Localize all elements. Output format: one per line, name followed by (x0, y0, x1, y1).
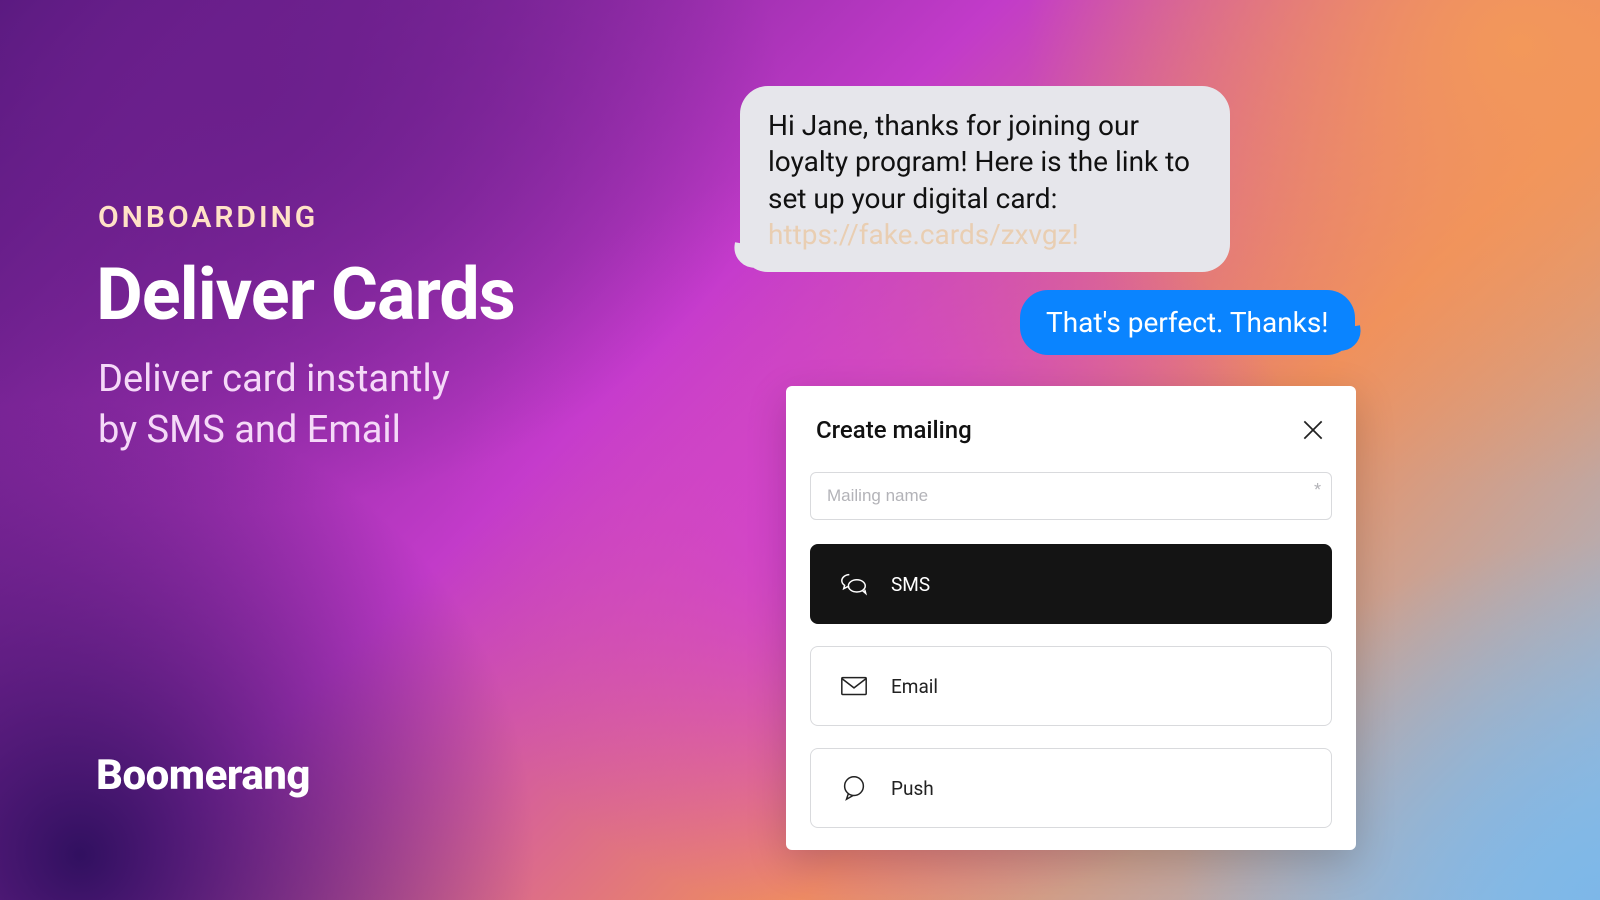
promo-canvas: ONBOARDING Deliver Cards Deliver card in… (0, 0, 1600, 900)
bubble-tail (731, 242, 756, 267)
create-mailing-panel: Create mailing * SMS (786, 386, 1356, 850)
mail-icon (839, 671, 869, 701)
required-mark: * (1314, 479, 1321, 498)
subtitle-line-1: Deliver card instantly (98, 357, 450, 401)
mailing-name-field[interactable]: * (810, 472, 1332, 520)
mailing-option-push[interactable]: Push (810, 748, 1332, 828)
subtitle: Deliver card instantly by SMS and Email (98, 354, 450, 457)
mailing-option-sms[interactable]: SMS (810, 544, 1332, 624)
bubble-tail (1338, 325, 1363, 350)
sms-outgoing-text: That's perfect. Thanks! (1046, 306, 1329, 339)
panel-title: Create mailing (816, 416, 972, 444)
eyebrow-label: ONBOARDING (98, 200, 318, 235)
sms-incoming-link[interactable]: https://fake.cards/zxvgz! (768, 218, 1079, 251)
speech-icon (839, 773, 869, 803)
mailing-name-input[interactable] (827, 486, 1315, 506)
sms-incoming-text: Hi Jane, thanks for joining our loyalty … (768, 109, 1190, 215)
subtitle-line-2: by SMS and Email (98, 408, 401, 452)
sms-bubble-incoming: Hi Jane, thanks for joining our loyalty … (740, 86, 1230, 272)
mailing-option-label: Email (891, 675, 938, 698)
mailing-option-email[interactable]: Email (810, 646, 1332, 726)
sms-bubble-outgoing: That's perfect. Thanks! (1020, 290, 1355, 355)
brand-logo: Boomerang (96, 751, 310, 800)
page-title: Deliver Cards (96, 252, 515, 337)
mailing-option-label: Push (891, 777, 934, 800)
chat-icon (839, 569, 869, 599)
close-icon[interactable] (1300, 417, 1326, 443)
panel-header: Create mailing (810, 416, 1332, 444)
mailing-option-label: SMS (891, 573, 930, 596)
